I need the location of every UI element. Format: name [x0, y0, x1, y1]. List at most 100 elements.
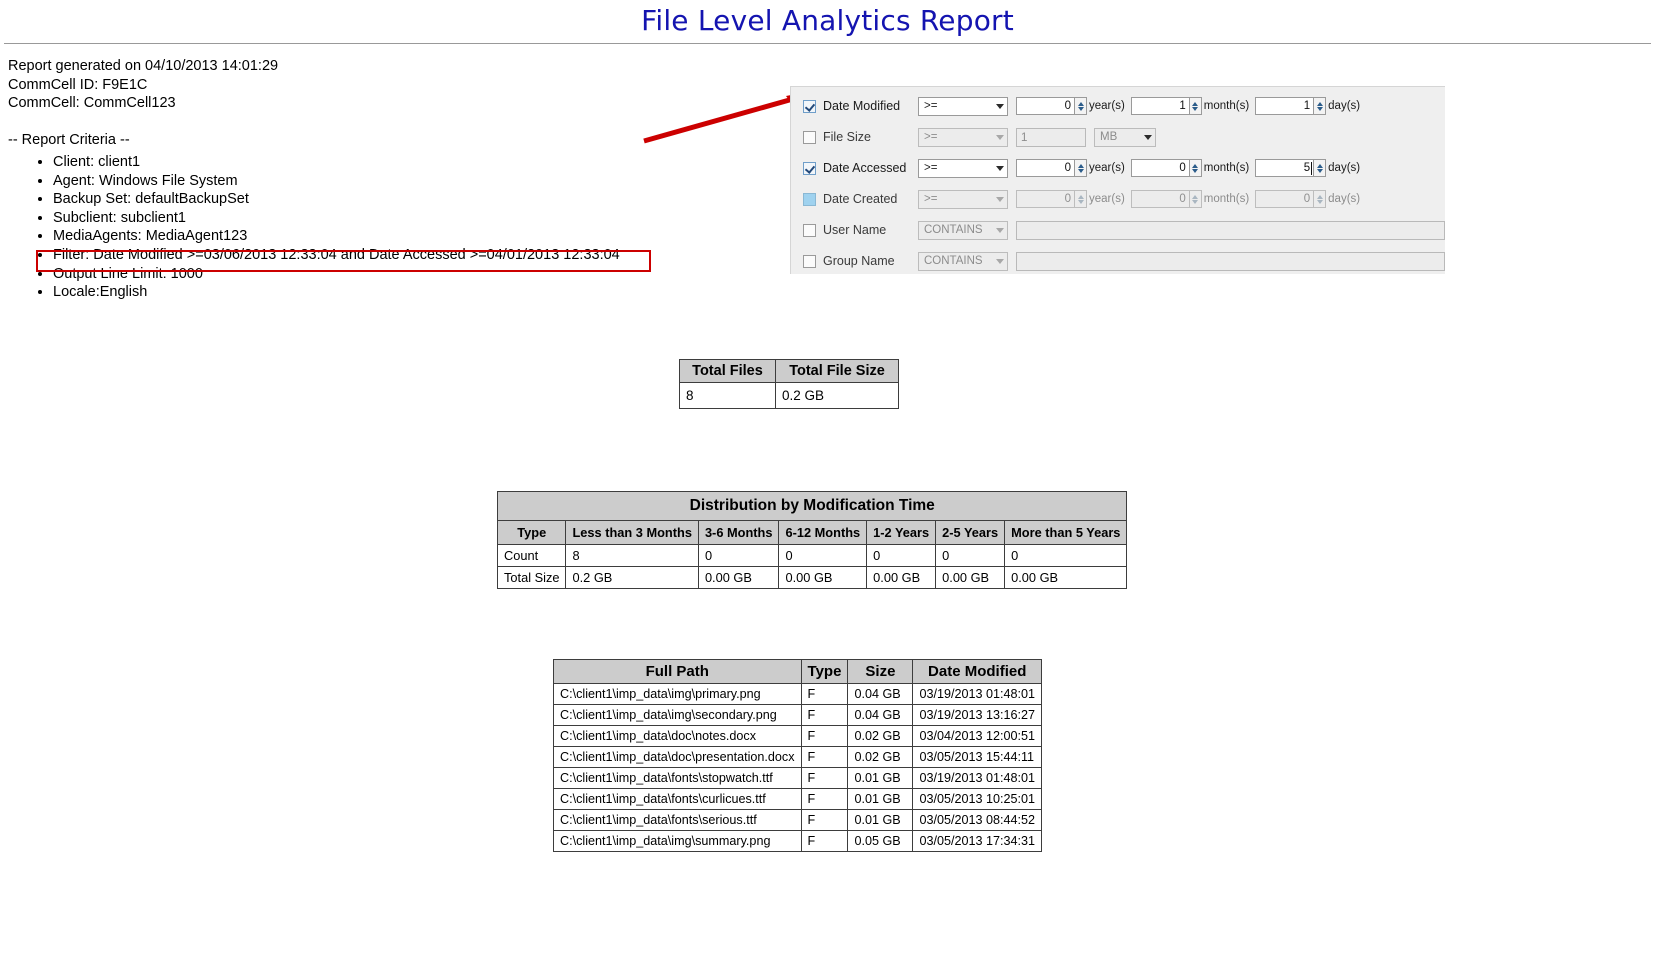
date-accessed-checkbox[interactable]	[803, 162, 816, 175]
user-name-label: User Name	[823, 223, 918, 237]
date-modified-operator-value: >=	[924, 100, 937, 112]
date-modified-days-unit: day(s)	[1328, 100, 1360, 112]
cell-full-path: C:\client1\imp_data\img\secondary.png	[554, 705, 802, 726]
count-2-5-years: 0	[936, 545, 1005, 567]
date-accessed-days-spin-arrows[interactable]	[1313, 159, 1326, 177]
user-name-operator-select[interactable]: CONTAINS	[918, 221, 1008, 240]
file-size-checkbox[interactable]	[803, 131, 816, 144]
spin-down-icon[interactable]	[1192, 169, 1198, 173]
date-created-days-input[interactable]: 0	[1255, 190, 1313, 208]
date-created-days-stepper[interactable]: 0 day(s)	[1255, 190, 1366, 208]
criteria-client: Client: client1	[53, 153, 620, 172]
cell-type: F	[801, 726, 848, 747]
date-accessed-months-input[interactable]: 0	[1131, 159, 1189, 177]
chevron-down-icon	[996, 104, 1004, 109]
chevron-down-icon	[996, 259, 1004, 264]
spin-down-icon[interactable]	[1078, 107, 1084, 111]
table-row: C:\client1\imp_data\img\secondary.png F …	[554, 705, 1042, 726]
date-accessed-years-stepper[interactable]: 0 year(s)	[1016, 159, 1131, 177]
date-modified-checkbox[interactable]	[803, 100, 816, 113]
date-accessed-years-input[interactable]: 0	[1016, 159, 1074, 177]
date-modified-months-unit: month(s)	[1204, 100, 1249, 112]
date-created-months-stepper[interactable]: 0 month(s)	[1131, 190, 1255, 208]
cell-date-modified: 03/05/2013 08:44:52	[913, 810, 1042, 831]
count-less-than-3-months: 8	[566, 545, 698, 567]
cell-full-path: C:\client1\imp_data\fonts\curlicues.ttf	[554, 789, 802, 810]
date-created-operator-select[interactable]: >=	[918, 190, 1008, 209]
date-created-days-spin-arrows[interactable]	[1313, 190, 1326, 208]
date-modified-years-unit: year(s)	[1089, 100, 1125, 112]
table-row: C:\client1\imp_data\fonts\curlicues.ttf …	[554, 789, 1042, 810]
filter-row-user-name[interactable]: User Name CONTAINS	[803, 219, 1445, 241]
file-size-value-input[interactable]: 1	[1016, 128, 1086, 147]
date-created-months-spin-arrows[interactable]	[1189, 190, 1202, 208]
spin-up-icon[interactable]	[1192, 195, 1198, 199]
date-modified-days-stepper[interactable]: 1 day(s)	[1255, 97, 1366, 115]
spin-down-icon[interactable]	[1317, 200, 1323, 204]
spin-down-icon[interactable]	[1078, 169, 1084, 173]
date-modified-days-input[interactable]: 1	[1255, 97, 1313, 115]
user-name-input[interactable]	[1016, 221, 1445, 240]
cell-date-modified: 03/19/2013 01:48:01	[913, 768, 1042, 789]
date-modified-years-stepper[interactable]: 0 year(s)	[1016, 97, 1131, 115]
totals-table: Total Files Total File Size 8 0.2 GB	[679, 359, 899, 409]
spin-up-icon[interactable]	[1192, 164, 1198, 168]
date-accessed-months-spin-arrows[interactable]	[1189, 159, 1202, 177]
table-row: 8 0.2 GB	[680, 383, 899, 409]
group-name-input[interactable]	[1016, 252, 1445, 271]
date-accessed-days-stepper[interactable]: 5 day(s)	[1255, 159, 1366, 177]
report-criteria-list: Client: client1 Agent: Windows File Syst…	[8, 153, 620, 302]
date-modified-months-spin-arrows[interactable]	[1189, 97, 1202, 115]
spin-down-icon[interactable]	[1192, 107, 1198, 111]
title-divider	[4, 43, 1651, 44]
date-modified-months-input[interactable]: 1	[1131, 97, 1189, 115]
spin-up-icon[interactable]	[1317, 195, 1323, 199]
spin-up-icon[interactable]	[1317, 102, 1323, 106]
spin-up-icon[interactable]	[1192, 102, 1198, 106]
date-modified-years-spin-arrows[interactable]	[1074, 97, 1087, 115]
chevron-down-icon	[996, 166, 1004, 171]
date-created-checkbox[interactable]	[803, 193, 816, 206]
date-modified-operator-select[interactable]: >=	[918, 97, 1008, 116]
size-2-5-years: 0.00 GB	[936, 567, 1005, 589]
spin-down-icon[interactable]	[1317, 169, 1323, 173]
filter-row-date-accessed[interactable]: Date Accessed >= 0 year(s) 0 month(s) 5	[803, 157, 1445, 179]
cell-type: F	[801, 768, 848, 789]
date-modified-days-spin-arrows[interactable]	[1313, 97, 1326, 115]
date-created-operator-value: >=	[924, 193, 937, 205]
spin-down-icon[interactable]	[1192, 200, 1198, 204]
size-6-12-months: 0.00 GB	[779, 567, 867, 589]
date-created-years-spin-arrows[interactable]	[1074, 190, 1087, 208]
file-size-unit-select[interactable]: MB	[1094, 128, 1156, 147]
table-row: C:\client1\imp_data\img\primary.png F 0.…	[554, 684, 1042, 705]
cell-type: F	[801, 810, 848, 831]
date-accessed-days-input[interactable]: 5	[1255, 159, 1313, 177]
filter-row-date-modified[interactable]: Date Modified >= 0 year(s) 1 month(s) 1	[803, 95, 1445, 117]
date-accessed-operator-select[interactable]: >=	[918, 159, 1008, 178]
spin-down-icon[interactable]	[1317, 107, 1323, 111]
date-accessed-months-stepper[interactable]: 0 month(s)	[1131, 159, 1255, 177]
user-name-checkbox[interactable]	[803, 224, 816, 237]
date-created-years-stepper[interactable]: 0 year(s)	[1016, 190, 1131, 208]
spin-down-icon[interactable]	[1078, 200, 1084, 204]
date-accessed-years-spin-arrows[interactable]	[1074, 159, 1087, 177]
spin-up-icon[interactable]	[1317, 164, 1323, 168]
filter-row-file-size[interactable]: File Size >= 1 MB	[803, 126, 1445, 148]
criteria-backup-set: Backup Set: defaultBackupSet	[53, 190, 620, 209]
filter-row-group-name[interactable]: Group Name CONTAINS	[803, 250, 1445, 272]
spin-up-icon[interactable]	[1078, 164, 1084, 168]
filter-row-date-created[interactable]: Date Created >= 0 year(s) 0 month(s) 0	[803, 188, 1445, 210]
group-name-operator-select[interactable]: CONTAINS	[918, 252, 1008, 271]
file-size-operator-select[interactable]: >=	[918, 128, 1008, 147]
file-list-table-container: Full Path Type Size Date Modified C:\cli…	[553, 659, 1042, 852]
date-created-years-input[interactable]: 0	[1016, 190, 1074, 208]
date-modified-months-stepper[interactable]: 1 month(s)	[1131, 97, 1255, 115]
group-name-checkbox[interactable]	[803, 255, 816, 268]
spin-up-icon[interactable]	[1078, 195, 1084, 199]
total-files-value: 8	[680, 383, 776, 409]
date-modified-years-input[interactable]: 0	[1016, 97, 1074, 115]
date-created-months-input[interactable]: 0	[1131, 190, 1189, 208]
file-filter-dialog[interactable]: Date Modified >= 0 year(s) 1 month(s) 1	[790, 86, 1445, 274]
spin-up-icon[interactable]	[1078, 102, 1084, 106]
report-criteria-heading: -- Report Criteria --	[8, 131, 620, 150]
